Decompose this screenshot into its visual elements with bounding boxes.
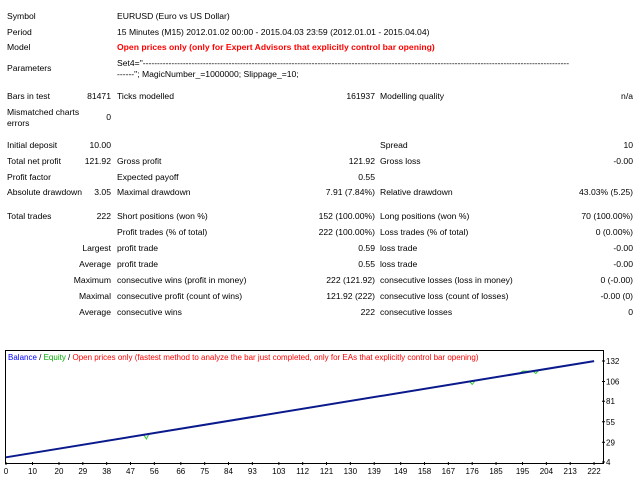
y-tick-label: 81 <box>606 397 615 406</box>
y-tick-label: 132 <box>606 357 620 366</box>
x-tick-label: 149 <box>394 467 408 476</box>
x-tick-label: 75 <box>200 467 209 476</box>
x-tick-label: 20 <box>55 467 64 476</box>
x-tick-label: 56 <box>150 467 159 476</box>
x-tick-label: 66 <box>176 467 185 476</box>
balance-line <box>5 360 595 459</box>
x-tick-label: 213 <box>564 467 578 476</box>
y-tick-label: 106 <box>606 378 620 387</box>
y-tick-label: 4 <box>606 458 611 467</box>
x-tick-label: 93 <box>248 467 257 476</box>
x-tick-label: 222 <box>587 467 601 476</box>
x-tick-label: 84 <box>224 467 233 476</box>
x-tick-label: 121 <box>320 467 334 476</box>
x-tick-label: 47 <box>126 467 135 476</box>
x-tick-label: 158 <box>418 467 432 476</box>
balance-chart: 132 106 81 55 29 4 0 10 20 29 38 47 56 66 75 84 93 103 112… <box>4 357 620 476</box>
x-tick-label: 38 <box>102 467 111 476</box>
y-tick-label: 29 <box>606 438 615 447</box>
x-tick-label: 130 <box>344 467 358 476</box>
y-tick-label: 55 <box>606 418 615 427</box>
x-tick-label: 103 <box>272 467 286 476</box>
x-tick-label: 195 <box>516 467 530 476</box>
x-tick-label: 29 <box>78 467 87 476</box>
x-tick-label: 112 <box>296 467 309 476</box>
x-tick-label: 10 <box>28 467 37 476</box>
x-tick-label: 0 <box>4 467 9 476</box>
x-tick-label: 167 <box>442 467 456 476</box>
x-tick-label: 139 <box>368 467 382 476</box>
x-tick-label: 185 <box>489 467 503 476</box>
x-tick-label: 176 <box>466 467 480 476</box>
x-tick-label: 204 <box>540 467 554 476</box>
